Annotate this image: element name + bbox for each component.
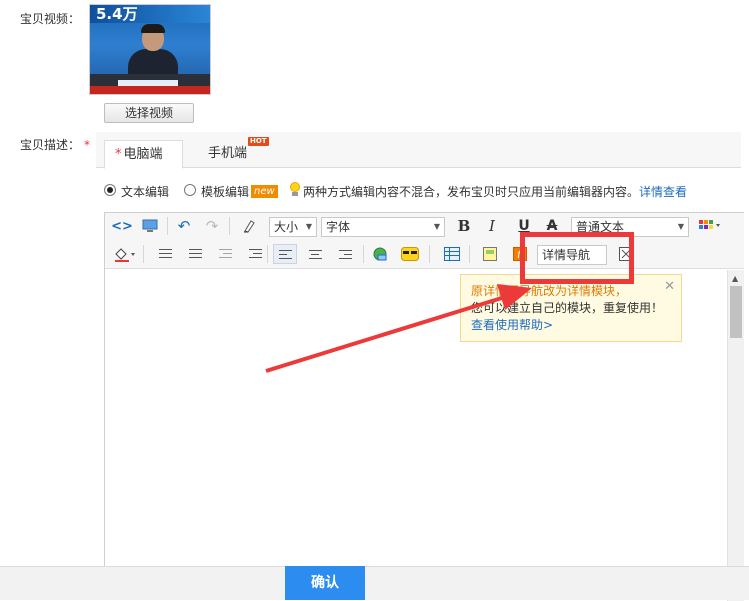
- insert-image-icon[interactable]: [369, 244, 391, 264]
- close-icon[interactable]: ✕: [664, 278, 675, 295]
- description-label-text: 宝贝描述：: [20, 138, 81, 152]
- footer-bar: [0, 566, 749, 600]
- rich-text-editor: <> ↶ ↷ 大小 ▼ 字体 ▼ B I U A 普通文本 ▼ f 详情导航 ▲: [104, 212, 744, 601]
- outdent-icon[interactable]: [219, 248, 232, 259]
- editor-scrollbar[interactable]: ▲: [727, 270, 744, 601]
- indent-icon[interactable]: [249, 248, 262, 259]
- font-family-value: 字体: [326, 220, 351, 234]
- insert-module-icon[interactable]: [479, 244, 501, 264]
- font-size-value: 大小: [274, 220, 299, 234]
- editor-toolbar: <> ↶ ↷ 大小 ▼ 字体 ▼ B I U A 普通文本 ▼ f 详情导航: [105, 213, 744, 269]
- lightbulb-icon: [289, 182, 301, 196]
- preview-icon[interactable]: [139, 216, 161, 236]
- bullet-list-icon[interactable]: [159, 248, 172, 259]
- required-mark: *: [84, 138, 91, 152]
- new-badge: new: [251, 185, 278, 198]
- select-video-button[interactable]: 选择视频: [104, 103, 194, 123]
- video-thumbnail[interactable]: 5.4万: [89, 4, 211, 95]
- tooltip-line-1: 原详情页导航改为详情模块，: [471, 284, 628, 298]
- tab-mobile-label: 手机端: [208, 146, 248, 161]
- video-bottom-bar: [90, 86, 210, 94]
- text-edit-radio[interactable]: [104, 184, 116, 196]
- tooltip-line-2: 您可以建立自己的模块，重复使用！: [471, 301, 664, 315]
- tooltip-help-link[interactable]: 查看使用帮助>: [471, 317, 671, 334]
- tab-pc-required: *: [115, 147, 122, 162]
- video-label: 宝贝视频：: [20, 12, 81, 26]
- fill-color-icon[interactable]: [111, 244, 139, 264]
- align-left-icon[interactable]: [273, 244, 297, 264]
- chevron-down-icon: ▼: [677, 222, 684, 231]
- hot-badge: HOT: [248, 137, 269, 146]
- font-size-dropdown[interactable]: 大小 ▼: [269, 217, 317, 237]
- emoticon-icon[interactable]: [399, 244, 421, 264]
- annotation-highlight-box: [520, 232, 634, 284]
- align-center-icon[interactable]: [303, 244, 327, 264]
- redo-icon[interactable]: ↷: [201, 216, 223, 236]
- undo-icon[interactable]: ↶: [173, 216, 195, 236]
- editor-notice-text: 两种方式编辑内容不混合，发布宝贝时只应用当前编辑器内容。: [303, 185, 640, 199]
- description-label: 宝贝描述： *: [20, 136, 90, 153]
- font-family-dropdown[interactable]: 字体 ▼: [321, 217, 445, 237]
- template-edit-radio[interactable]: [184, 184, 196, 196]
- tab-pc-label: 电脑端: [123, 147, 163, 162]
- align-right-icon[interactable]: [333, 244, 357, 264]
- details-link[interactable]: 详情查看: [639, 185, 687, 199]
- chevron-down-icon: ▼: [433, 222, 440, 231]
- tab-pc[interactable]: * 电脑端: [104, 140, 183, 169]
- color-grid-icon[interactable]: [695, 216, 725, 236]
- text-edit-label[interactable]: 文本编辑: [121, 183, 169, 200]
- editor-notice: 两种方式编辑内容不混合，发布宝贝时只应用当前编辑器内容。详情查看: [303, 183, 687, 200]
- chevron-down-icon: ▼: [305, 222, 312, 231]
- insert-table-icon[interactable]: [441, 244, 463, 264]
- bold-button[interactable]: B: [453, 216, 475, 236]
- detail-nav-tooltip: 原详情页导航改为详情模块， 您可以建立自己的模块，重复使用！ 查看使用帮助> ✕: [460, 274, 682, 342]
- italic-button[interactable]: I: [481, 216, 503, 236]
- device-tabs: * 电脑端 手机端: [96, 132, 741, 169]
- source-code-icon[interactable]: <>: [111, 216, 133, 236]
- numbered-list-icon[interactable]: [189, 248, 202, 259]
- format-painter-icon[interactable]: [239, 216, 261, 236]
- scroll-up-icon[interactable]: ▲: [732, 274, 738, 283]
- video-banner-text: 5.4万: [90, 5, 210, 23]
- confirm-button[interactable]: 确认: [285, 566, 365, 600]
- template-edit-label[interactable]: 模板编辑: [201, 183, 249, 200]
- scrollbar-thumb[interactable]: [730, 286, 742, 338]
